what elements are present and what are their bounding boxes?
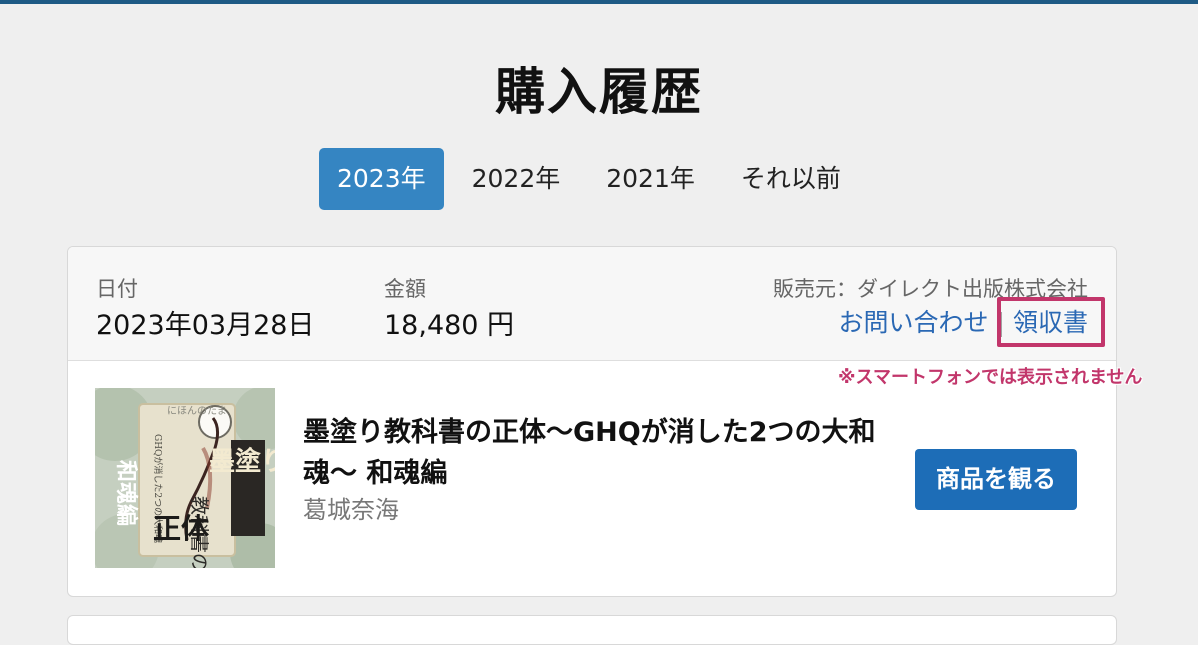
tab-2022[interactable]: 2022年 [454,148,579,210]
smartphone-note: ※スマートフォンでは表示されません [838,367,1143,388]
view-product-button[interactable]: 商品を観る [915,449,1077,510]
product-title[interactable]: 墨塗り教科書の正体〜GHQが消した2つの大和魂〜 和魂編 [303,412,903,494]
order-header: 日付 2023年03月28日 金額 18,480 円 販売元：ダイレクト出版株式… [68,247,1116,361]
cover-big-title: 正体 [153,512,210,545]
product-cover-image[interactable]: 墨塗り 和魂編 GHQが消した2つの大和魂 教科書の 正体 にほんのたま [95,388,275,568]
cover-art: 墨塗り 和魂編 GHQが消した2つの大和魂 教科書の 正体 にほんのたま [95,388,275,568]
product-author: 葛城奈海 [303,496,399,524]
tab-2021[interactable]: 2021年 [588,148,713,210]
top-bar [0,0,1198,4]
page-title: 購入履歴 [495,63,703,121]
amount-label: 金額 [384,277,426,301]
order-amount: 18,480 円 [384,310,515,341]
contact-link[interactable]: お問い合わせ [839,308,989,337]
cover-main-char1: 墨塗り [209,446,275,477]
tab-2023[interactable]: 2023年 [319,148,444,210]
tab-earlier[interactable]: それ以前 [723,148,859,210]
year-tabs: 2023年 2022年 2021年 それ以前 [319,148,869,210]
date-label: 日付 [96,277,138,301]
receipt-highlight-box [997,297,1105,347]
order-date: 2023年03月28日 [96,310,315,341]
cover-tiny-text: にほんのたま [167,405,227,417]
cover-side-title: 和魂編 [113,460,139,526]
